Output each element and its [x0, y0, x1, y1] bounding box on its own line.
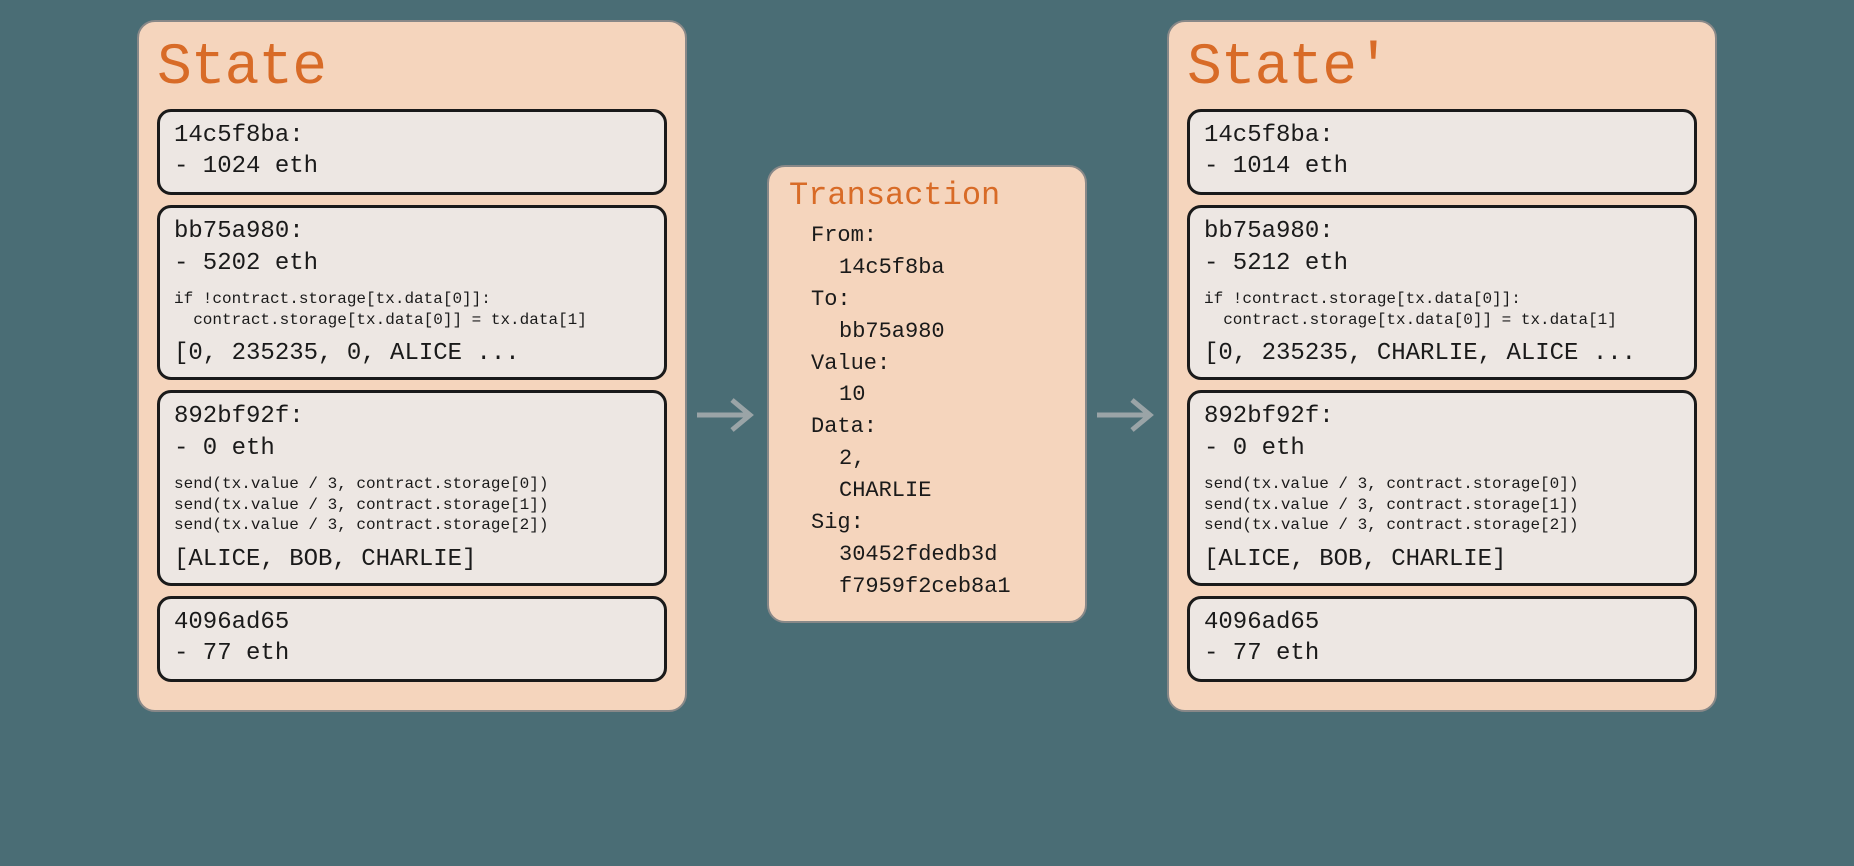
tx-from-label: From: [789, 220, 1065, 252]
account-box: 14c5f8ba: - 1014 eth [1187, 109, 1697, 195]
tx-sig-value: f7959f2ceb8a1 [789, 571, 1065, 603]
account-balance: - 1024 eth [174, 151, 650, 182]
transaction-body: From: 14c5f8ba To: bb75a980 Value: 10 Da… [789, 220, 1065, 603]
account-box: 892bf92f: - 0 eth send(tx.value / 3, con… [1187, 390, 1697, 586]
account-box: bb75a980: - 5212 eth if !contract.storag… [1187, 205, 1697, 380]
tx-from-value: 14c5f8ba [789, 252, 1065, 284]
state-before-panel: State 14c5f8ba: - 1024 eth bb75a980: - 5… [137, 20, 687, 712]
account-address: 4096ad65 [174, 607, 650, 638]
account-balance: - 1014 eth [1204, 151, 1680, 182]
account-storage: [ALICE, BOB, CHARLIE] [174, 546, 650, 573]
state-after-title: State' [1187, 36, 1697, 101]
account-balance: - 5212 eth [1204, 248, 1680, 279]
state-after-panel: State' 14c5f8ba: - 1014 eth bb75a980: - … [1167, 20, 1717, 712]
tx-sig-label: Sig: [789, 507, 1065, 539]
account-storage: [0, 235235, 0, ALICE ... [174, 340, 650, 367]
account-balance: - 77 eth [1204, 638, 1680, 669]
account-box: 4096ad65 - 77 eth [157, 596, 667, 682]
account-balance: - 5202 eth [174, 248, 650, 279]
account-address: bb75a980: [1204, 216, 1680, 247]
account-box: 14c5f8ba: - 1024 eth [157, 109, 667, 195]
tx-data-value: CHARLIE [789, 475, 1065, 507]
tx-data-value: 2, [789, 443, 1065, 475]
tx-sig-value: 30452fdedb3d [789, 539, 1065, 571]
tx-to-value: bb75a980 [789, 316, 1065, 348]
account-balance: - 77 eth [174, 638, 650, 669]
account-balance: - 0 eth [1204, 433, 1680, 464]
account-address: 4096ad65 [1204, 607, 1680, 638]
tx-value-value: 10 [789, 379, 1065, 411]
transaction-title: Transaction [789, 177, 1065, 214]
account-code: send(tx.value / 3, contract.storage[0]) … [174, 474, 650, 536]
tx-data-label: Data: [789, 411, 1065, 443]
account-code: if !contract.storage[tx.data[0]]: contra… [1204, 289, 1680, 331]
account-address: 892bf92f: [1204, 401, 1680, 432]
account-box: 892bf92f: - 0 eth send(tx.value / 3, con… [157, 390, 667, 586]
account-storage: [0, 235235, CHARLIE, ALICE ... [1204, 340, 1680, 367]
arrow-icon [687, 20, 767, 810]
arrow-icon [1087, 20, 1167, 810]
account-address: 14c5f8ba: [1204, 120, 1680, 151]
account-code: send(tx.value / 3, contract.storage[0]) … [1204, 474, 1680, 536]
account-box: 4096ad65 - 77 eth [1187, 596, 1697, 682]
account-balance: - 0 eth [174, 433, 650, 464]
account-code: if !contract.storage[tx.data[0]]: contra… [174, 289, 650, 331]
account-address: bb75a980: [174, 216, 650, 247]
account-address: 892bf92f: [174, 401, 650, 432]
account-box: bb75a980: - 5202 eth if !contract.storag… [157, 205, 667, 380]
tx-value-label: Value: [789, 348, 1065, 380]
account-storage: [ALICE, BOB, CHARLIE] [1204, 546, 1680, 573]
tx-to-label: To: [789, 284, 1065, 316]
transaction-panel: Transaction From: 14c5f8ba To: bb75a980 … [767, 165, 1087, 623]
state-before-title: State [157, 36, 667, 101]
account-address: 14c5f8ba: [174, 120, 650, 151]
